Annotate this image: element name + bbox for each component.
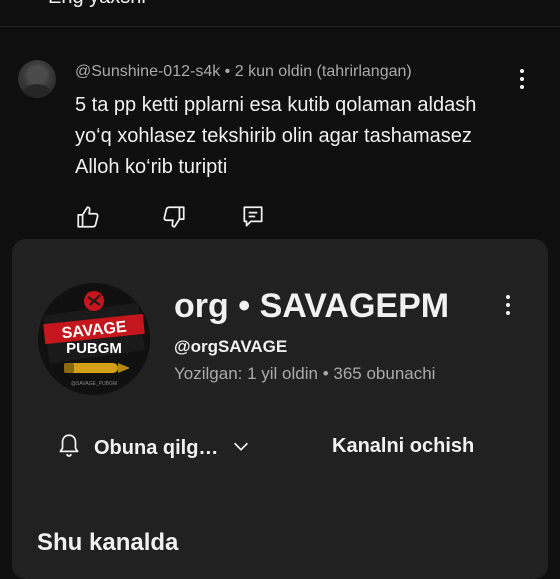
thumb-down-icon[interactable] xyxy=(161,204,187,230)
comment-thread: @Sunshine-012-s4k • 2 kun oldin (tahrirl… xyxy=(0,52,560,237)
section-title: Shu kanalda xyxy=(37,529,179,556)
comment-more-icon[interactable] xyxy=(519,69,525,89)
channel-card: SAVAGE PUBGM @SAVAGE_PUBGM org • SAVAGEP… xyxy=(12,239,548,579)
comment-text-line: 5 ta pp ketti pplarni esa kutib qolaman … xyxy=(75,94,477,116)
subscribe-label: Obuna qilg… xyxy=(94,436,219,459)
channel-handle: @orgSAVAGE xyxy=(174,337,288,356)
comment-text-line: yo‘q xohlasez tekshirib olin agar tasham… xyxy=(75,125,472,147)
commenter-avatar[interactable] xyxy=(18,60,56,98)
thumb-up-icon[interactable] xyxy=(75,204,101,230)
comment-time: • 2 kun oldin (tahrirlangan) xyxy=(224,63,412,80)
subscribe-button[interactable]: Obuna qilg… xyxy=(56,431,252,465)
channel-more-icon[interactable] xyxy=(505,295,511,315)
chevron-down-icon xyxy=(230,435,252,462)
comment-author[interactable]: @Sunshine-012-s4k xyxy=(75,63,220,80)
logo-text-line2: PUBGM xyxy=(66,340,122,357)
comment-text-line: Alloh ko‘rib turipti xyxy=(75,156,228,178)
comment-meta: @Sunshine-012-s4k • 2 kun oldin (tahrirl… xyxy=(75,63,412,81)
cut-off-heading: Eng yaxshi xyxy=(48,0,146,9)
logo-small-text: @SAVAGE_PUBGM xyxy=(71,381,117,387)
channel-title[interactable]: org • SAVAGEPM xyxy=(174,287,449,326)
channel-avatar[interactable]: SAVAGE PUBGM @SAVAGE_PUBGM xyxy=(38,283,150,395)
previous-section-strip: Eng yaxshi xyxy=(0,0,560,27)
comment-text: 5 ta pp ketti pplarni esa kutib qolaman … xyxy=(75,90,535,183)
channel-stats: Yozilgan: 1 yil oldin • 365 obunachi xyxy=(174,364,436,383)
reply-icon[interactable] xyxy=(240,204,266,230)
open-channel-button[interactable]: Kanalni ochish xyxy=(332,435,474,458)
bell-icon xyxy=(56,432,82,465)
